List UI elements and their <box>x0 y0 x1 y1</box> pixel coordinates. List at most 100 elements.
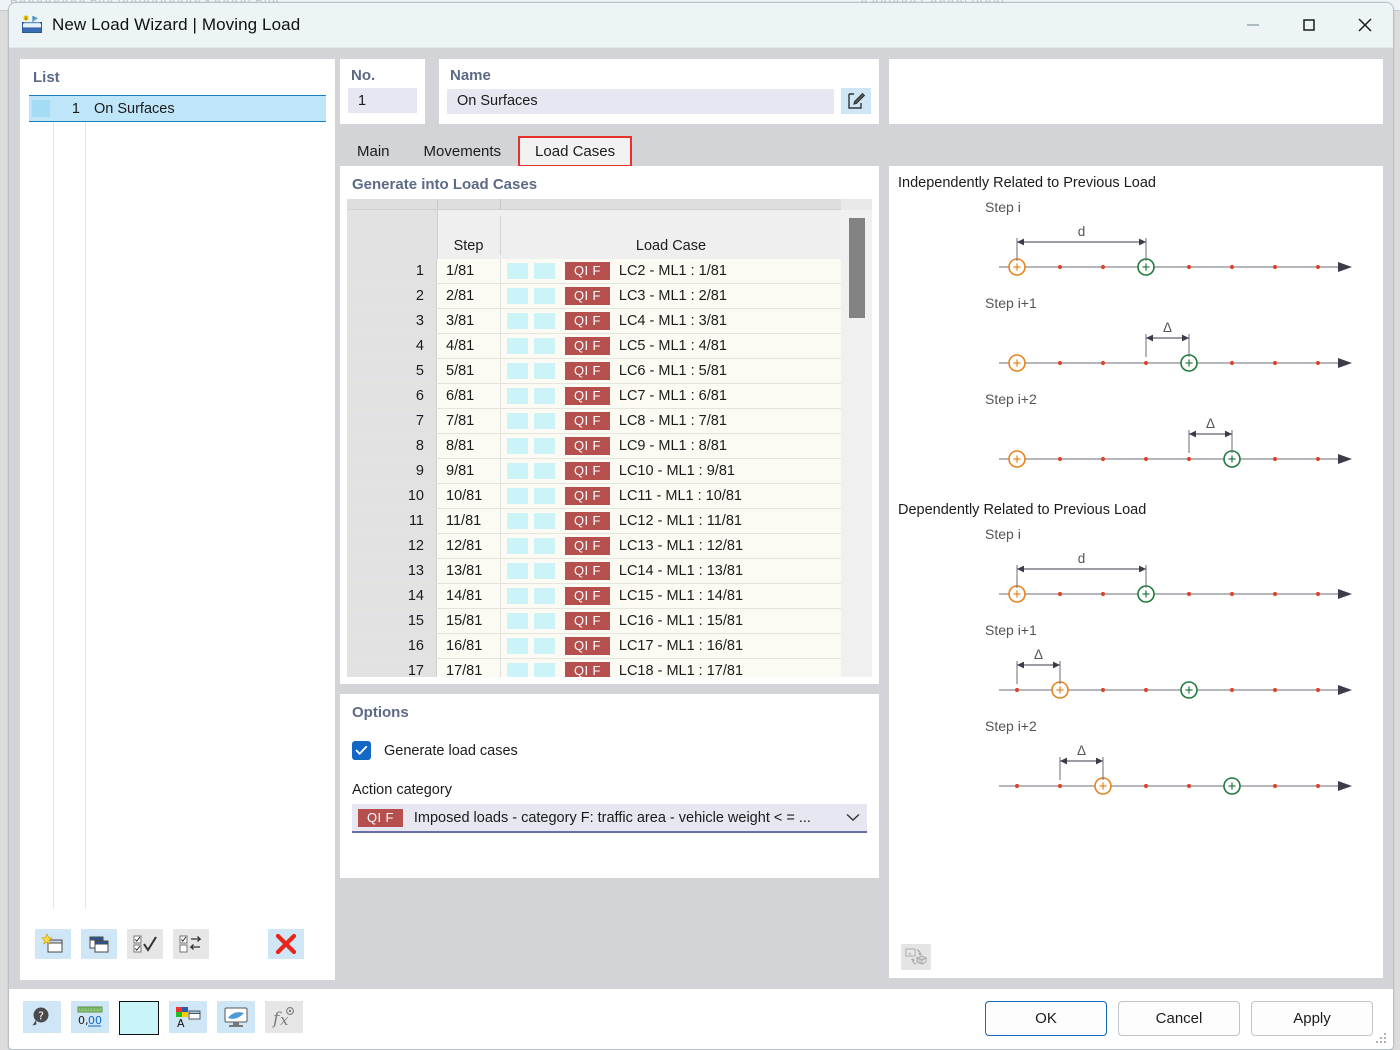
row-load-case[interactable]: LC4 - ML1 : 3/81 <box>610 313 727 329</box>
minimize-icon[interactable] <box>1225 3 1281 47</box>
row-step[interactable]: 10/81 <box>437 488 500 504</box>
maximize-icon[interactable] <box>1281 3 1337 47</box>
row-swatch-a <box>507 663 528 677</box>
color-palette-icon[interactable]: A <box>169 1001 207 1033</box>
tab-main[interactable]: Main <box>340 136 407 167</box>
table-row[interactable]: 2 2/81 QI F LC3 - ML1 : 2/81 <box>347 284 841 309</box>
row-load-case[interactable]: LC16 - ML1 : 15/81 <box>610 613 743 629</box>
pencil-edit-icon[interactable] <box>841 88 871 114</box>
monitor-icon[interactable] <box>217 1001 255 1033</box>
column-header-step[interactable]: Step <box>437 238 500 254</box>
svg-text:6: 6 <box>25 16 28 21</box>
row-load-case[interactable]: LC18 - ML1 : 17/81 <box>610 663 743 677</box>
row-load-case[interactable]: LC17 - ML1 : 16/81 <box>610 638 743 654</box>
fx-icon[interactable]: f x <box>265 1001 303 1033</box>
table-row[interactable]: 15 15/81 QI F LC16 - ML1 : 15/81 <box>347 609 841 634</box>
cancel-button[interactable]: Cancel <box>1118 1001 1240 1036</box>
row-step[interactable]: 9/81 <box>437 463 500 479</box>
units-number-icon[interactable]: 0, 00 <box>71 1001 109 1033</box>
action-category-dropdown[interactable]: QI F Imposed loads - category F: traffic… <box>352 804 867 833</box>
ok-button[interactable]: OK <box>985 1001 1107 1036</box>
tab-load-cases[interactable]: Load Cases <box>518 136 633 167</box>
row-swatch-b <box>534 413 555 429</box>
row-step[interactable]: 1/81 <box>437 263 500 279</box>
invert-selection-button[interactable] <box>173 929 210 959</box>
row-swatch-b <box>534 513 555 529</box>
row-swatch-b <box>534 338 555 354</box>
row-load-case[interactable]: LC7 - ML1 : 6/81 <box>610 388 727 404</box>
row-step[interactable]: 15/81 <box>437 613 500 629</box>
row-step[interactable]: 13/81 <box>437 563 500 579</box>
table-row[interactable]: 10 10/81 QI F LC11 - ML1 : 10/81 <box>347 484 841 509</box>
row-step[interactable]: 3/81 <box>437 313 500 329</box>
row-load-case[interactable]: LC14 - ML1 : 13/81 <box>610 563 743 579</box>
table-row[interactable]: 11 11/81 QI F LC12 - ML1 : 11/81 <box>347 509 841 534</box>
table-row[interactable]: 9 9/81 QI F LC10 - ML1 : 9/81 <box>347 459 841 484</box>
row-category-badge: QI F <box>565 512 610 530</box>
row-step[interactable]: 14/81 <box>437 588 500 604</box>
row-load-case[interactable]: LC10 - ML1 : 9/81 <box>610 463 735 479</box>
table-row[interactable]: 14 14/81 QI F LC15 - ML1 : 14/81 <box>347 584 841 609</box>
delete-item-button[interactable] <box>268 929 304 959</box>
generate-load-cases-checkbox[interactable] <box>352 741 371 760</box>
action-category-badge: QI F <box>358 808 403 827</box>
tab-movements[interactable]: Movements <box>407 136 519 167</box>
table-row[interactable]: 17 17/81 QI F LC18 - ML1 : 17/81 <box>347 659 841 677</box>
row-load-case[interactable]: LC15 - ML1 : 14/81 <box>610 588 743 604</box>
row-load-case[interactable]: LC2 - ML1 : 1/81 <box>610 263 727 279</box>
step-diagram: d <box>999 224 1352 276</box>
new-item-button[interactable] <box>35 929 71 959</box>
row-load-case[interactable]: LC6 - ML1 : 5/81 <box>610 363 727 379</box>
table-row[interactable]: 13 13/81 QI F LC14 - ML1 : 13/81 <box>347 559 841 584</box>
row-load-case[interactable]: LC3 - ML1 : 2/81 <box>610 288 727 304</box>
list-item[interactable]: 1 On Surfaces <box>29 95 326 122</box>
column-header-load-case[interactable]: Load Case <box>501 238 841 254</box>
row-load-case[interactable]: LC5 - ML1 : 4/81 <box>610 338 727 354</box>
footer-bar: ? 0, 00 A f x OK Cancel Apply <box>9 989 1393 1049</box>
row-step[interactable]: 17/81 <box>437 663 500 677</box>
svg-text:00: 00 <box>88 1014 102 1027</box>
table-row[interactable]: 7 7/81 QI F LC8 - ML1 : 7/81 <box>347 409 841 434</box>
row-load-case[interactable]: LC13 - ML1 : 12/81 <box>610 538 743 554</box>
row-step[interactable]: 7/81 <box>437 413 500 429</box>
row-step[interactable]: 4/81 <box>437 338 500 354</box>
swap-image-icon[interactable] <box>901 944 931 970</box>
chevron-down-icon[interactable] <box>839 813 867 822</box>
row-load-case[interactable]: LC9 - ML1 : 8/81 <box>610 438 727 454</box>
generate-load-cases-row[interactable]: Generate load cases <box>352 741 879 760</box>
row-category-badge: QI F <box>565 462 610 480</box>
row-step[interactable]: 2/81 <box>437 288 500 304</box>
resize-grip[interactable] <box>1376 1033 1388 1045</box>
moving-load-icon: 6 <box>21 15 43 35</box>
row-load-case[interactable]: LC11 - ML1 : 10/81 <box>610 488 742 504</box>
diagram-step-label: Step i <box>985 526 1021 542</box>
table-row[interactable]: 8 8/81 QI F LC9 - ML1 : 8/81 <box>347 434 841 459</box>
table-row[interactable]: 12 12/81 QI F LC13 - ML1 : 12/81 <box>347 534 841 559</box>
table-row[interactable]: 4 4/81 QI F LC5 - ML1 : 4/81 <box>347 334 841 359</box>
row-step[interactable]: 11/81 <box>437 513 500 529</box>
copy-item-button[interactable] <box>81 929 118 959</box>
table-row[interactable]: 3 3/81 QI F LC4 - ML1 : 3/81 <box>347 309 841 334</box>
row-step[interactable]: 12/81 <box>437 538 500 554</box>
color-swatch-icon[interactable] <box>119 1001 159 1035</box>
table-column-resize-bar <box>347 199 841 210</box>
row-step[interactable]: 5/81 <box>437 363 500 379</box>
table-row[interactable]: 6 6/81 QI F LC7 - ML1 : 6/81 <box>347 384 841 409</box>
table-scrollbar[interactable] <box>841 210 872 677</box>
select-all-button[interactable] <box>127 929 164 959</box>
table-scrollbar-thumb[interactable] <box>849 218 865 318</box>
row-step[interactable]: 16/81 <box>437 638 500 654</box>
row-step[interactable]: 8/81 <box>437 438 500 454</box>
no-input[interactable]: 1 <box>348 88 417 113</box>
table-row[interactable]: 1 1/81 QI F LC2 - ML1 : 1/81 <box>347 259 841 284</box>
help-magnifier-icon[interactable]: ? <box>23 1001 61 1033</box>
row-load-case[interactable]: LC8 - ML1 : 7/81 <box>610 413 727 429</box>
dimension-label: Δ <box>1034 647 1043 662</box>
close-icon[interactable] <box>1337 3 1393 47</box>
row-step[interactable]: 6/81 <box>437 388 500 404</box>
apply-button[interactable]: Apply <box>1251 1001 1373 1036</box>
table-row[interactable]: 5 5/81 QI F LC6 - ML1 : 5/81 <box>347 359 841 384</box>
row-load-case[interactable]: LC12 - ML1 : 11/81 <box>610 513 742 529</box>
name-input[interactable]: On Surfaces <box>447 88 834 114</box>
table-row[interactable]: 16 16/81 QI F LC17 - ML1 : 16/81 <box>347 634 841 659</box>
